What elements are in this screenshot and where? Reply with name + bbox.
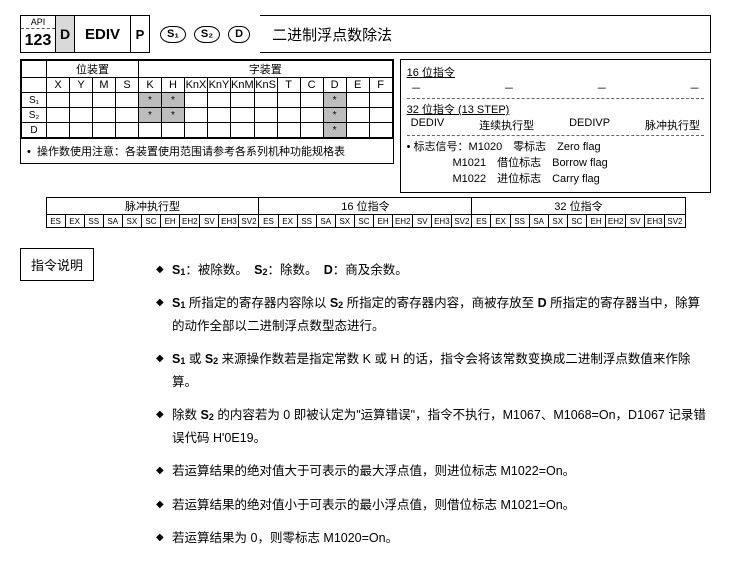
exec-cells-row: ESEXSSSASXSCEHEH2SVEH3SV2ESEXSSSASXSCEHE… xyxy=(46,215,685,228)
operand-d: D xyxy=(228,26,250,43)
table-row-s2: S₂*** xyxy=(22,108,393,123)
bullet-item: 若运算结果为 0，则零标志 M1020=On。 xyxy=(156,527,711,550)
p-suffix-box: P xyxy=(131,15,150,53)
word-device-hdr: 字装置 xyxy=(139,61,393,78)
bullet-item: 若运算结果的绝对值大于可表示的最大浮点值，则进位标志 M1022=On。 xyxy=(156,460,711,483)
table-hdr-cols: XYMSKHKnXKnYKnMKnSTCDEF xyxy=(22,78,393,93)
mid-row: 位装置 字装置 XYMSKHKnXKnYKnMKnSTCDEF S₁*** S₂… xyxy=(20,59,711,193)
applicability-block: 位装置 字装置 XYMSKHKnXKnYKnMKnSTCDEF S₁*** S₂… xyxy=(20,59,394,164)
bullet-item: S1 或 S2 来源操作数若是指定常数 K 或 H 的话，指令会将该常数变换成二… xyxy=(156,348,711,394)
bullet-item: S1：被除数。 S2：除数。 D：商及余数。 xyxy=(156,259,711,282)
info-32bit-modes: DEDIV连续执行型 DEDIVP脉冲执行型 xyxy=(407,117,704,133)
operand-s1: S₁ xyxy=(160,26,186,43)
operand-s2: S₂ xyxy=(194,26,220,43)
info-32bit-hdr: 32 位指令 (13 STEP) xyxy=(407,104,510,116)
operand-note: • 操作数使用注意：各装置使用范围请参考各系列机种功能规格表 xyxy=(20,139,394,164)
instruction-header: API 123 D EDIV P S₁ S₂ D 二进制浮点数除法 xyxy=(20,15,711,53)
applicability-table: 位装置 字装置 XYMSKHKnXKnYKnMKnSTCDEF S₁*** S₂… xyxy=(21,60,393,138)
info-16bit-dashes: －－ －－ xyxy=(407,80,704,96)
api-box: API 123 xyxy=(20,15,56,53)
bullet-item: 除数 S2 的内容若为 0 即被认定为"运算错误"，指令不执行，M1067、M1… xyxy=(156,404,711,450)
flag-info: • 标志信号：M1020 零标志 Zero flag M1021 借位标志 Bo… xyxy=(407,138,704,186)
api-label: API xyxy=(21,16,55,29)
explain-bullets: S1：被除数。 S2：除数。 D：商及余数。 S1 所指定的寄存器内容除以 S2 … xyxy=(116,259,711,560)
exec-type-table: 脉冲执行型 16 位指令 32 位指令 ESEXSSSASXSCEHEH2SVE… xyxy=(46,197,686,228)
bullet-item: S1 所指定的寄存器内容除以 S2 所指定的寄存器内容，商被存放至 D 所指定的… xyxy=(156,292,711,338)
table-row-d: D* xyxy=(22,123,393,138)
table-hdr-groups: 位装置 字装置 xyxy=(22,61,393,78)
explain-label: 指令说明 xyxy=(20,248,94,281)
bit-device-hdr: 位装置 xyxy=(47,61,139,78)
d-prefix-box: D xyxy=(56,15,75,53)
exec-hdr-row: 脉冲执行型 16 位指令 32 位指令 xyxy=(46,198,685,215)
instruction-title: 二进制浮点数除法 xyxy=(260,15,711,53)
instruction-info-box: 16 位指令 －－ －－ 32 位指令 (13 STEP) DEDIV连续执行型… xyxy=(400,59,711,193)
operand-group: S₁ S₂ D xyxy=(150,15,260,53)
bullet-item: 若运算结果的绝对值小于可表示的最小浮点值，则借位标志 M1021=On。 xyxy=(156,494,711,517)
explanation-section: 指令说明 S1：被除数。 S2：除数。 D：商及余数。 S1 所指定的寄存器内容除… xyxy=(20,246,711,572)
info-16bit-hdr: 16 位指令 xyxy=(407,67,455,79)
api-number: 123 xyxy=(21,29,55,52)
mnemonic: EDIV xyxy=(75,15,131,53)
table-row-s1: S₁*** xyxy=(22,93,393,108)
